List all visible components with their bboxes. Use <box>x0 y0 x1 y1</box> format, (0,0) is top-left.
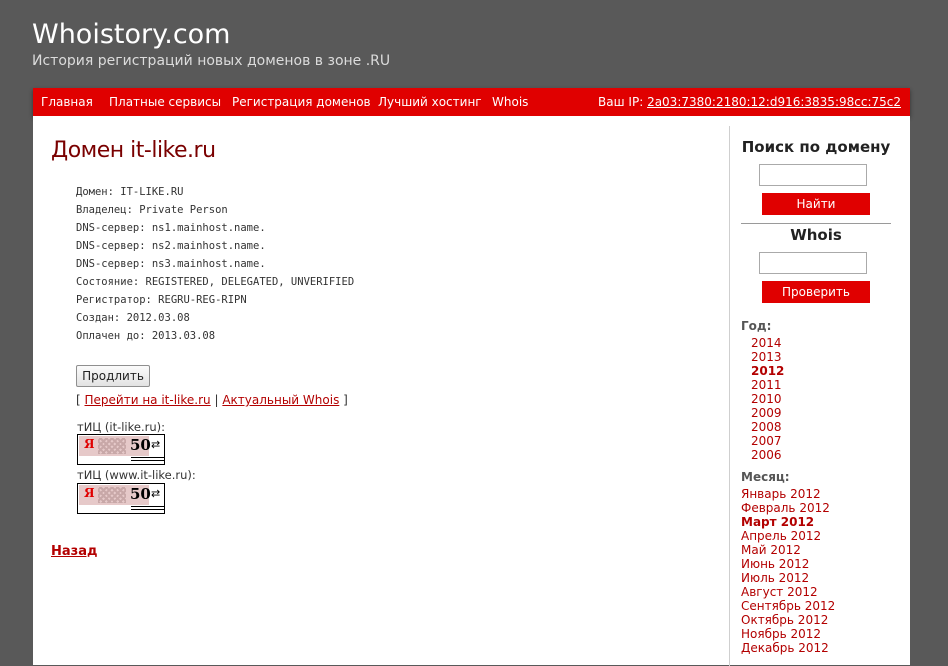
tic-label-domain: тИЦ (it-like.ru): <box>77 420 165 434</box>
whois-line-dns1: DNS-сервер: ns1.mainhost.name. <box>76 222 266 234</box>
whois-line-paid-till: Оплачен до: 2013.03.08 <box>76 330 216 342</box>
ip-label: Ваш IP: <box>598 95 644 109</box>
refresh-icon: ⇄ <box>151 487 161 500</box>
tic-value: 50 <box>130 436 151 454</box>
year-item-2006[interactable]: 2006 <box>751 448 784 462</box>
nav-item-domain-registration[interactable]: Регистрация доменов <box>232 95 371 109</box>
month-item-january[interactable]: Январь 2012 <box>741 487 835 501</box>
year-item-2008[interactable]: 2008 <box>751 420 784 434</box>
main-navbar: Главная Платные сервисы Регистрация доме… <box>33 88 910 116</box>
bracket-open: [ <box>76 393 81 407</box>
page-title: Домен it-like.ru <box>51 138 216 163</box>
ip-info: Ваш IP: 2a03:7380:2180:12:d916:3835:98cc… <box>598 95 901 109</box>
month-item-november[interactable]: Ноябрь 2012 <box>741 627 835 641</box>
year-item-2012[interactable]: 2012 <box>751 364 784 378</box>
tic-label-www: тИЦ (www.it-like.ru): <box>77 468 196 482</box>
sidebar-divider <box>741 223 891 224</box>
whois-line-created: Создан: 2012.03.08 <box>76 312 190 324</box>
nav-item-whois[interactable]: Whois <box>492 95 528 109</box>
whois-line-domain: Домен: IT-LIKE.RU <box>76 186 184 198</box>
whois-line-dns2: DNS-сервер: ns2.mainhost.name. <box>76 240 266 252</box>
whois-line-registrar: Регистратор: REGRU-REG-RIPN <box>76 294 247 306</box>
tic-badge-www[interactable]: Я 50 ⇄ <box>77 483 165 514</box>
tic-badge-lines <box>131 457 164 465</box>
month-label: Месяц: <box>741 470 790 484</box>
site-title: Whoistory.com <box>32 19 231 50</box>
whois-input[interactable] <box>759 252 867 274</box>
nav-item-paid-services[interactable]: Платные сервисы <box>109 95 221 109</box>
domain-search-input[interactable] <box>759 164 867 186</box>
year-label: Год: <box>741 319 772 333</box>
month-item-february[interactable]: Февраль 2012 <box>741 501 835 515</box>
whois-line-dns3: DNS-сервер: ns3.mainhost.name. <box>76 258 266 270</box>
month-item-may[interactable]: Май 2012 <box>741 543 835 557</box>
nav-item-best-hosting[interactable]: Лучший хостинг <box>378 95 482 109</box>
yandex-logo-icon: Я <box>84 437 95 451</box>
whois-line-state: Состояние: REGISTERED, DELEGATED, UNVERI… <box>76 276 355 288</box>
year-item-2011[interactable]: 2011 <box>751 378 784 392</box>
month-item-april[interactable]: Апрель 2012 <box>741 529 835 543</box>
bracket-close: ] <box>343 393 348 407</box>
goto-site-link[interactable]: Перейти на it-like.ru <box>85 393 211 407</box>
site-subtitle: История регистраций новых доменов в зоне… <box>32 53 391 69</box>
month-item-august[interactable]: Август 2012 <box>741 585 835 599</box>
domain-links: [ Перейти на it-like.ru | Актуальный Who… <box>76 393 348 407</box>
month-item-december[interactable]: Декабрь 2012 <box>741 641 835 655</box>
month-item-june[interactable]: Июнь 2012 <box>741 557 835 571</box>
year-item-2013[interactable]: 2013 <box>751 350 784 364</box>
month-item-july[interactable]: Июль 2012 <box>741 571 835 585</box>
month-item-march[interactable]: Март 2012 <box>741 515 835 529</box>
search-button[interactable]: Найти <box>762 193 870 215</box>
refresh-icon: ⇄ <box>151 438 161 451</box>
whois-record: Домен: IT-LIKE.RU Владелец: Private Pers… <box>76 183 354 345</box>
tic-badge-lines <box>131 506 164 514</box>
content-area: Домен it-like.ru Домен: IT-LIKE.RU Владе… <box>33 116 910 666</box>
whois-heading: Whois <box>790 226 842 244</box>
year-list: 2014 2013 2012 2011 2010 2009 2008 2007 … <box>751 336 784 462</box>
nav-item-home[interactable]: Главная <box>41 95 93 109</box>
search-heading: Поиск по домену <box>741 138 891 156</box>
extend-button[interactable]: Продлить <box>76 365 150 387</box>
whois-check-button[interactable]: Проверить <box>762 281 870 303</box>
month-list: Январь 2012 Февраль 2012 Март 2012 Апрел… <box>741 487 835 655</box>
year-item-2007[interactable]: 2007 <box>751 434 784 448</box>
back-link[interactable]: Назад <box>51 544 97 559</box>
tic-badge-pattern <box>98 438 126 454</box>
yandex-logo-icon: Я <box>84 486 95 500</box>
tic-badge-pattern <box>98 487 126 503</box>
whois-line-owner: Владелец: Private Person <box>76 204 228 216</box>
year-item-2009[interactable]: 2009 <box>751 406 784 420</box>
tic-value: 50 <box>130 485 151 503</box>
year-item-2014[interactable]: 2014 <box>751 336 784 350</box>
ip-address-link[interactable]: 2a03:7380:2180:12:d916:3835:98cc:75c2 <box>647 95 901 109</box>
month-item-october[interactable]: Октябрь 2012 <box>741 613 835 627</box>
month-item-september[interactable]: Сентябрь 2012 <box>741 599 835 613</box>
tic-badge-domain[interactable]: Я 50 ⇄ <box>77 434 165 465</box>
year-item-2010[interactable]: 2010 <box>751 392 784 406</box>
link-separator: | <box>214 393 219 407</box>
actual-whois-link[interactable]: Актуальный Whois <box>222 393 339 407</box>
sidebar-divider-line <box>729 126 730 666</box>
